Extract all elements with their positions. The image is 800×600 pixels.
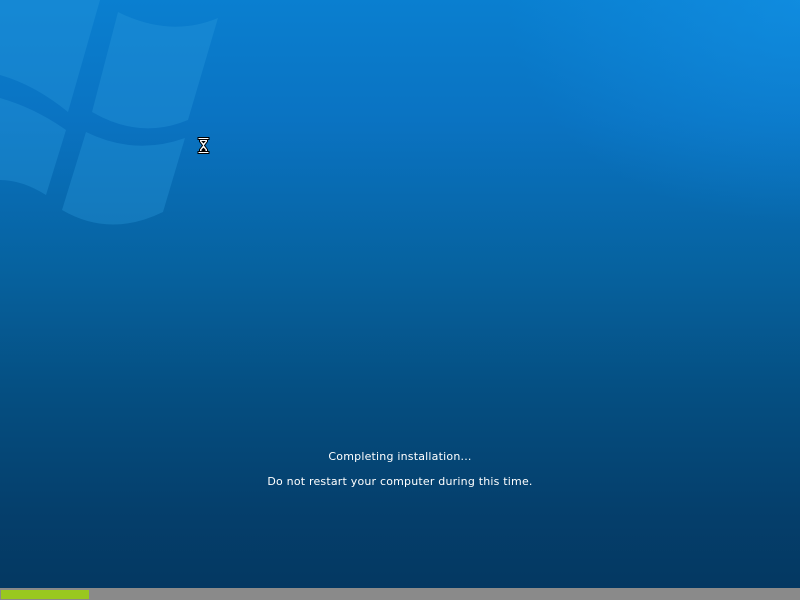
install-progress-fill	[1, 590, 89, 599]
windows-logo-watermark	[0, 0, 218, 225]
hourglass-busy-icon	[197, 137, 210, 154]
status-message-secondary: Do not restart your computer during this…	[267, 475, 533, 488]
install-progress-bar	[0, 588, 800, 600]
status-message-primary: Completing installation...	[328, 450, 472, 463]
